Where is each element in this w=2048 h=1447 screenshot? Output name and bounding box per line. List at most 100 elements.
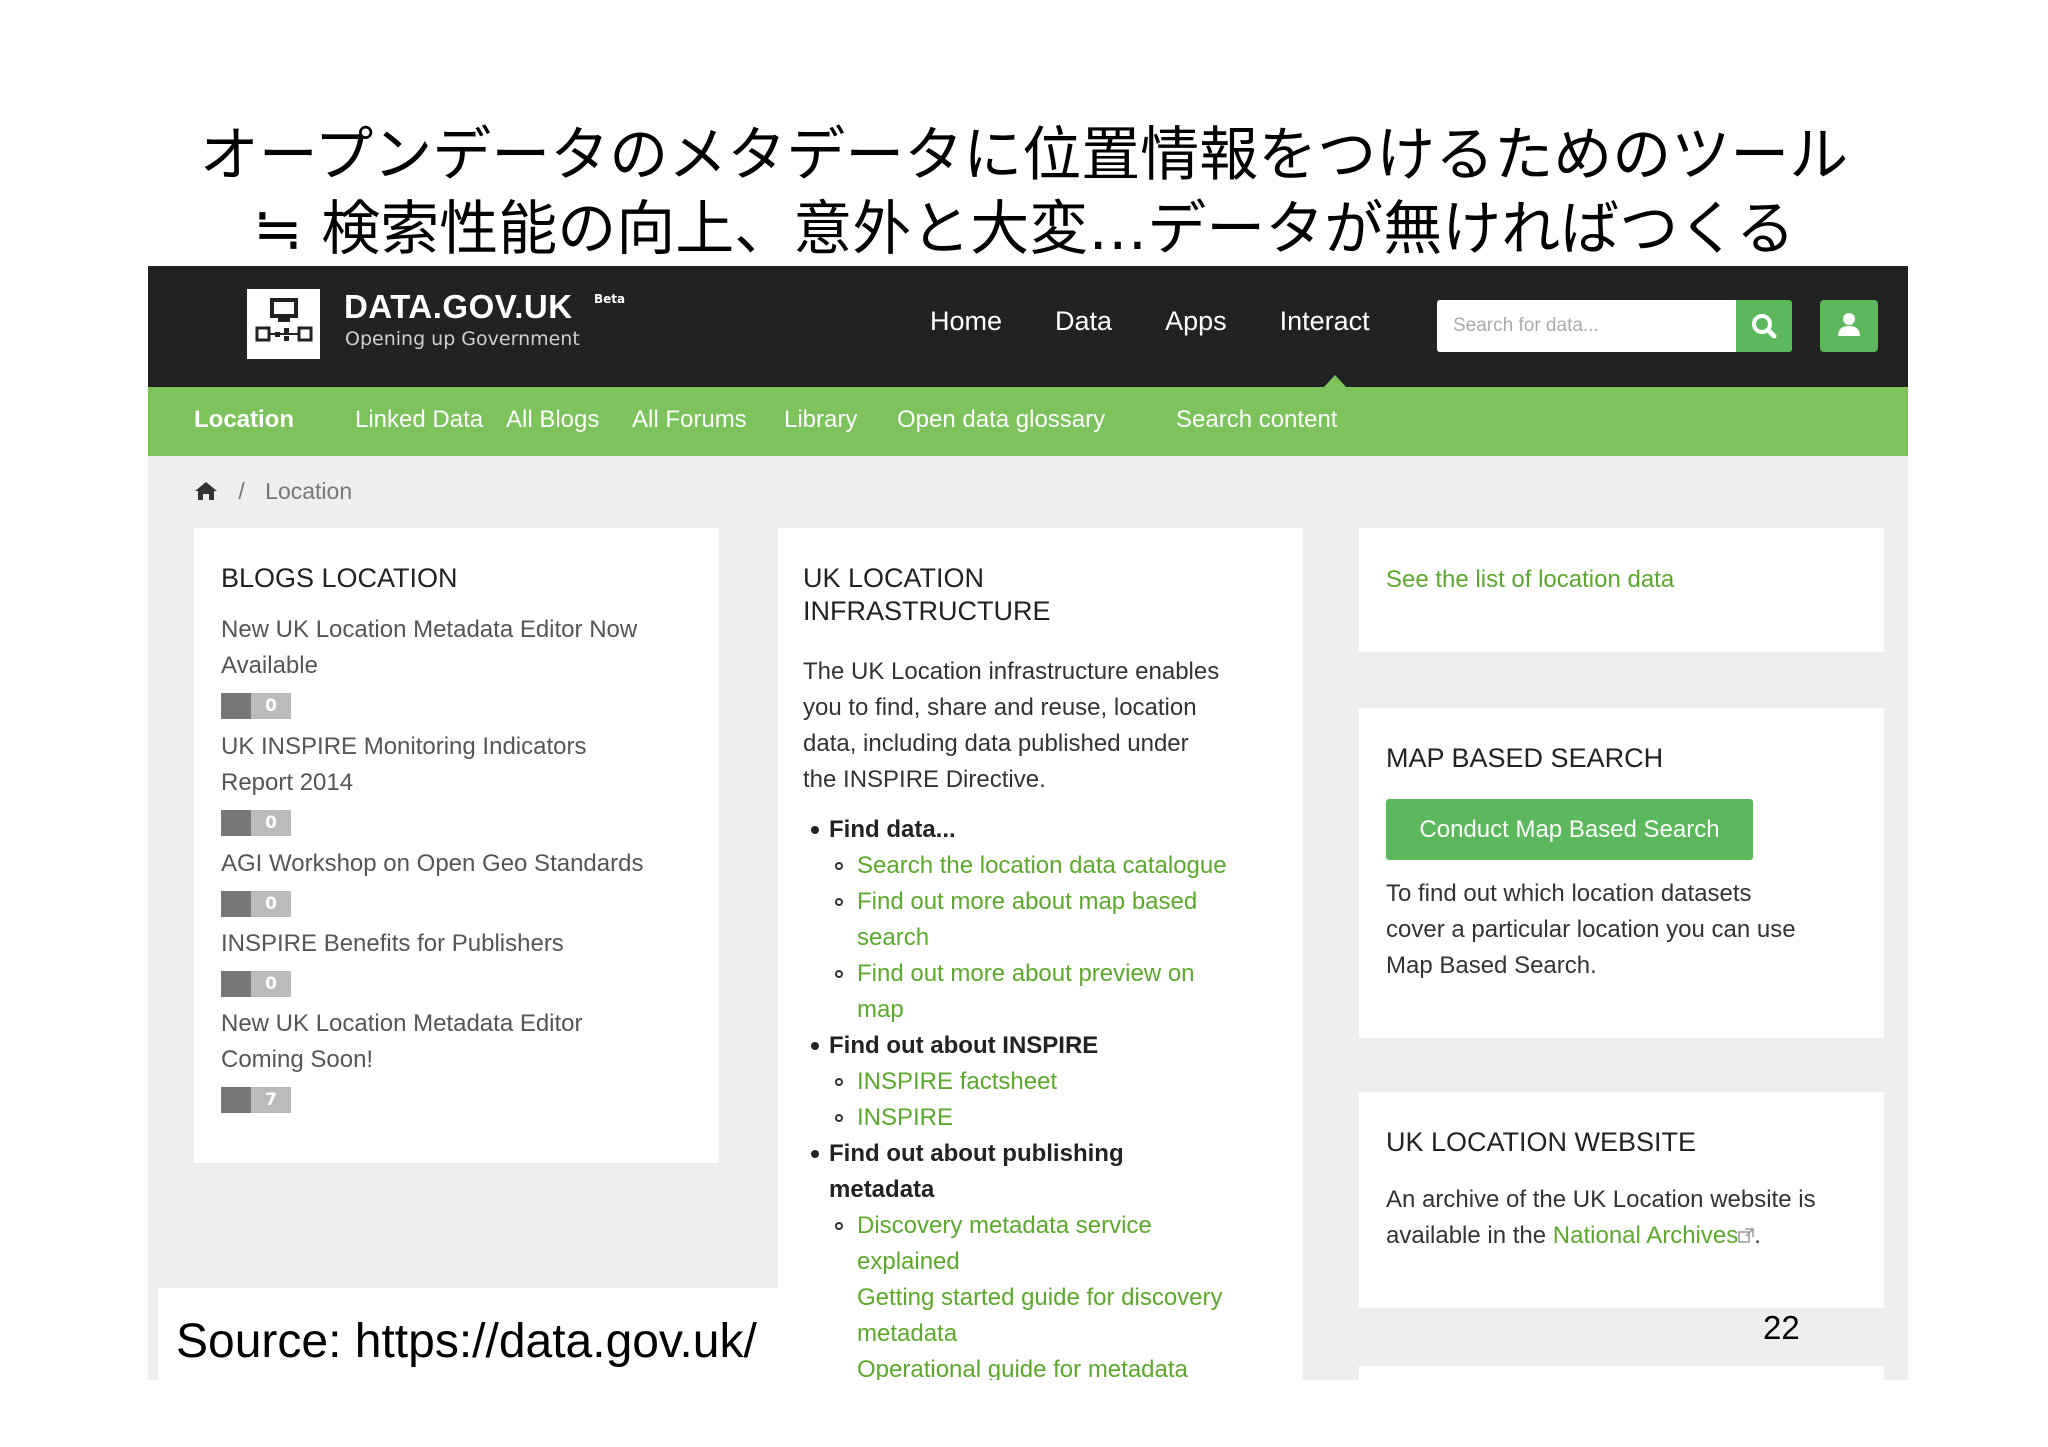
comment-badge-3[interactable]: 0 [221, 891, 291, 917]
comment-badge-1[interactable]: 0 [221, 693, 291, 719]
link-inspire[interactable]: INSPIRE [857, 1100, 953, 1136]
link-getting-started-line1: Getting started guide for discovery [857, 1284, 1223, 1311]
subnav-location[interactable]: Location [194, 406, 294, 434]
bullet-dot [811, 1042, 819, 1050]
breadcrumb-current: Location [265, 478, 353, 504]
find-publishing-line1: Find out about publishing [829, 1140, 1124, 1167]
map-text-line: To find out which location datasets [1386, 880, 1752, 907]
subnav-all-blogs[interactable]: All Blogs [506, 406, 599, 434]
blog-item-2[interactable]: UK INSPIRE Monitoring Indicators Report … [221, 729, 701, 801]
page-number: 22 [1763, 1309, 1800, 1346]
subnav-open-data-glossary[interactable]: Open data glossary [897, 406, 1105, 434]
link-operational-guide[interactable]: Operational guide for metadata [857, 1352, 1188, 1380]
map-search-description: To find out which location datasets cove… [1386, 876, 1876, 984]
quote-icon [221, 1087, 251, 1113]
subnav-library[interactable]: Library [784, 406, 857, 434]
website-text-prefix: available in the [1386, 1222, 1547, 1249]
slide-title-line1: オープンデータのメタデータに位置情報をつけるためのツール [199, 120, 1849, 189]
link-preview-on-map[interactable]: Find out more about preview on map [857, 956, 1195, 1028]
website-description: An archive of the UK Location website is… [1386, 1182, 1876, 1254]
link-map-based-search-line2: search [857, 924, 930, 951]
comment-badge-2[interactable]: 0 [221, 810, 291, 836]
blog-item-5[interactable]: New UK Location Metadata Editor Coming S… [221, 1006, 701, 1078]
bullet-circle [835, 898, 843, 906]
home-icon[interactable] [194, 481, 218, 501]
comment-badge-5[interactable]: 7 [221, 1087, 291, 1113]
subnav-linked-data[interactable]: Linked Data [355, 406, 483, 434]
website-title: UK LOCATION WEBSITE [1386, 1127, 1697, 1157]
search-button[interactable] [1736, 300, 1792, 352]
intro-line: data, including data published under [803, 730, 1189, 757]
nav-home[interactable]: Home [930, 306, 1002, 337]
map-text-line: cover a particular location you can use [1386, 916, 1796, 943]
site-name[interactable]: DATA.GOV.UK [344, 288, 573, 326]
external-link-icon [1738, 1228, 1754, 1243]
blog-item-1-line1: New UK Location Metadata Editor Now [221, 616, 638, 643]
link-discovery-metadata-line1: Discovery metadata service [857, 1212, 1152, 1239]
find-inspire-heading: Find out about INSPIRE [829, 1032, 1099, 1059]
website-screenshot: DATA.GOV.UK Beta Opening up Government H… [148, 266, 1908, 1380]
blog-item-1-line2: Available [221, 652, 318, 679]
link-getting-started-line2: metadata [857, 1320, 958, 1347]
blogs-panel: BLOGS LOCATION New UK Location Metadata … [194, 528, 719, 1163]
find-publishing-line2: metadata [829, 1176, 935, 1203]
quote-icon [221, 971, 251, 997]
source-label: Source: https://data.gov.uk/ [176, 1315, 757, 1368]
comment-count-3: 0 [251, 891, 291, 917]
site-logo[interactable] [247, 289, 320, 359]
link-preview-on-map-line2: map [857, 996, 904, 1023]
blog-item-5-line2: Coming Soon! [221, 1046, 374, 1073]
blog-item-2-line2: Report 2014 [221, 769, 354, 796]
breadcrumb-separator: / [238, 478, 245, 504]
nav-apps[interactable]: Apps [1165, 306, 1227, 337]
location-list-link[interactable]: See the list of location data [1386, 562, 1674, 598]
comment-count-1: 0 [251, 693, 291, 719]
slide-title-line2: ≒ 検索性能の向上、意外と大変…データが無ければつくる [252, 194, 1796, 263]
site-tagline: Opening up Government [345, 328, 580, 350]
intro-line: you to find, share and reuse, location [803, 694, 1197, 721]
link-discovery-metadata-line2: explained [857, 1248, 960, 1275]
infrastructure-title: UK LOCATION INFRASTRUCTURE [803, 562, 1051, 628]
bullet-dot [811, 826, 819, 834]
comment-badge-4[interactable]: 0 [221, 971, 291, 997]
infrastructure-title-line2: INFRASTRUCTURE [803, 596, 1051, 626]
bullet-circle [835, 1078, 843, 1086]
comment-count-2: 0 [251, 810, 291, 836]
subnav-all-forums[interactable]: All Forums [632, 406, 747, 434]
website-text-line2: available in the National Archives. [1386, 1218, 1876, 1254]
link-preview-on-map-line1: Find out more about preview on [857, 960, 1195, 987]
nav-data[interactable]: Data [1055, 306, 1112, 337]
site-header: DATA.GOV.UK Beta Opening up Government H… [148, 266, 1908, 388]
search-icon [1752, 314, 1777, 339]
subnav-search-content[interactable]: Search content [1176, 406, 1337, 434]
blog-item-3[interactable]: AGI Workshop on Open Geo Standards [221, 846, 701, 882]
link-search-catalogue[interactable]: Search the location data catalogue [857, 848, 1227, 884]
beta-badge: Beta [594, 292, 626, 306]
bullet-circle [835, 1222, 843, 1230]
intro-line: the INSPIRE Directive. [803, 766, 1046, 793]
slide-title: オープンデータのメタデータに位置情報をつけるためのツール ≒ 検索性能の向上、意… [0, 118, 2048, 266]
blog-item-4-line1: INSPIRE Benefits for Publishers [221, 930, 564, 957]
map-search-button[interactable]: Conduct Map Based Search [1386, 799, 1753, 860]
find-data-heading: Find data... [829, 816, 956, 843]
link-map-based-search[interactable]: Find out more about map based search [857, 884, 1197, 956]
quote-icon [221, 693, 251, 719]
link-inspire-factsheet[interactable]: INSPIRE factsheet [857, 1064, 1057, 1100]
bullet-circle [835, 1114, 843, 1122]
bullet-dot [811, 1150, 819, 1158]
sub-nav: Location Linked Data All Blogs All Forum… [148, 387, 1908, 456]
link-getting-started-guide[interactable]: Getting started guide for discovery meta… [857, 1280, 1223, 1352]
blog-item-1[interactable]: New UK Location Metadata Editor Now Avai… [221, 612, 701, 684]
national-archives-link[interactable]: National Archives [1553, 1222, 1738, 1249]
user-button[interactable] [1820, 300, 1878, 352]
blogs-title: BLOGS LOCATION [221, 563, 458, 593]
blog-item-4[interactable]: INSPIRE Benefits for Publishers [221, 926, 701, 962]
find-publishing-heading: Find out about publishing metadata [829, 1136, 1124, 1208]
quote-icon [221, 810, 251, 836]
nav-interact[interactable]: Interact [1280, 306, 1370, 337]
user-icon [1838, 313, 1860, 336]
link-discovery-metadata[interactable]: Discovery metadata service explained [857, 1208, 1152, 1280]
bullet-circle [835, 970, 843, 978]
search-input[interactable] [1437, 300, 1737, 352]
website-text-line1: An archive of the UK Location website is [1386, 1186, 1816, 1213]
